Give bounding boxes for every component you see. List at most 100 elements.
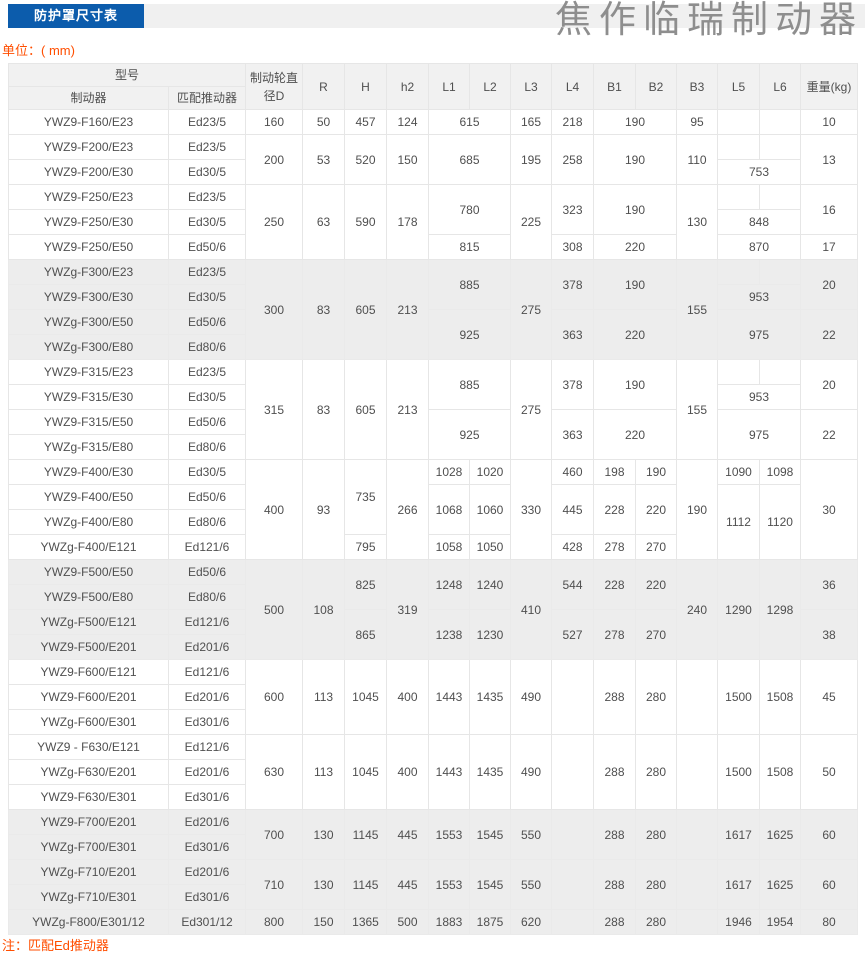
value-cell: 1875	[469, 909, 512, 935]
value-cell: 323	[551, 184, 595, 235]
value-cell: 53	[302, 134, 346, 185]
value-cell: 288	[593, 809, 637, 860]
value-cell: Ed50/6	[167, 409, 247, 435]
value-cell	[717, 359, 761, 385]
column-header-dim: L4	[551, 63, 595, 110]
value-cell: 60	[800, 859, 859, 910]
value-cell	[717, 184, 761, 210]
value-cell: 95	[676, 109, 719, 135]
unit-label: 单位：( mm)	[2, 43, 75, 58]
value-cell: 975	[717, 409, 802, 460]
value-cell: 150	[386, 134, 430, 185]
value-cell: 108	[302, 559, 346, 660]
value-cell	[676, 659, 719, 735]
value-cell: 220	[593, 409, 678, 460]
model-cell: YWZg-F630/E201	[8, 759, 169, 785]
value-cell: Ed301/6	[167, 884, 247, 910]
model-cell: YWZ9-F200/E30	[8, 159, 169, 185]
value-cell: 885	[428, 259, 512, 310]
model-cell: YWZg-F300/E80	[8, 334, 169, 360]
model-cell: YWZ9-F400/E50	[8, 484, 169, 510]
value-cell: 1145	[344, 809, 388, 860]
value-cell: 266	[386, 459, 430, 560]
column-header-dim: h2	[386, 63, 430, 110]
value-cell: 190	[593, 184, 678, 235]
model-cell: YWZg-F400/E121	[8, 534, 169, 560]
value-cell: 1090	[717, 459, 761, 485]
column-header-dim: L5	[717, 63, 761, 110]
model-cell: YWZg-F300/E50	[8, 309, 169, 335]
value-cell: 363	[551, 309, 595, 360]
value-cell: 1290	[717, 559, 761, 660]
value-cell: 124	[386, 109, 430, 135]
column-header-dim: R	[302, 63, 346, 110]
value-cell: 38	[800, 609, 859, 660]
value-cell: 1545	[469, 859, 512, 910]
value-cell: 190	[593, 259, 678, 310]
model-cell: YWZ9-F600/E121	[8, 659, 169, 685]
value-cell: 1045	[344, 659, 388, 735]
value-cell	[717, 259, 761, 285]
value-cell: 278	[593, 609, 637, 660]
model-cell: YWZ9-F160/E23	[8, 109, 169, 135]
value-cell: 550	[510, 859, 553, 910]
header-row: 型号 制动轮直径D R Hh2 L1 L2 L3 L4 B1 B2 B3 L5 L6 重量(kg)	[7, 63, 859, 110]
value-cell: 490	[510, 734, 553, 810]
value-cell: 60	[800, 809, 859, 860]
value-cell: 190	[593, 109, 678, 135]
tab-size-table[interactable]: 防护罩尺寸表	[8, 4, 144, 28]
value-cell	[676, 734, 719, 810]
value-cell: 190	[593, 359, 678, 410]
value-cell: 315	[245, 359, 304, 460]
value-cell: 460	[551, 459, 595, 485]
value-cell: 800	[245, 909, 304, 935]
value-cell: 1500	[717, 659, 761, 735]
value-cell: 198	[593, 459, 637, 485]
value-cell: 83	[302, 259, 346, 360]
value-cell: 1045	[344, 734, 388, 810]
value-cell: 630	[245, 734, 304, 810]
value-cell: 925	[428, 409, 512, 460]
value-cell: 1238	[428, 609, 471, 660]
model-cell: YWZ9-F600/E201	[8, 684, 169, 710]
column-header-dim: B3	[676, 63, 719, 110]
value-cell	[551, 659, 595, 735]
spec-table-head: 型号 制动轮直径D R Hh2 L1 L2 L3 L4 B1 B2 B3 L5 L6 重量(kg) 制动器匹…	[7, 63, 859, 110]
value-cell: 330	[510, 459, 553, 560]
value-cell: 1145	[344, 859, 388, 910]
value-cell: Ed23/5	[167, 184, 247, 210]
value-cell: 20	[800, 259, 859, 310]
table-row: YWZ9-F315/E23 Ed23/5 315 83 605 213 885 275 378 1…	[8, 359, 859, 460]
value-cell: 275	[510, 359, 553, 460]
value-cell: Ed201/6	[167, 759, 247, 785]
model-cell: YWZ9-F315/E50	[8, 409, 169, 435]
value-cell: 400	[386, 734, 430, 810]
value-cell: 378	[551, 359, 595, 410]
table-row: YWZ9-F700/E201 Ed201/6 700 130 1145 445 1553 15…	[8, 809, 859, 860]
value-cell: 428	[551, 534, 595, 560]
column-header-dim: L3	[510, 63, 553, 110]
value-cell	[759, 134, 802, 160]
value-cell: 870	[717, 234, 802, 260]
value-cell: 17	[800, 234, 859, 260]
model-cell: YWZg-F700/E301	[8, 834, 169, 860]
value-cell: 500	[245, 559, 304, 660]
value-cell: 1617	[717, 809, 761, 860]
value-cell: 953	[717, 284, 802, 310]
model-cell: YWZ9-F300/E30	[8, 284, 169, 310]
value-cell: Ed80/6	[167, 434, 247, 460]
value-cell: 590	[344, 184, 388, 260]
value-cell: 308	[551, 234, 595, 260]
value-cell: 1058	[428, 534, 471, 560]
table-row: YWZ9-F500/E50 Ed50/6 500 108 825 319 1248 1240 4…	[8, 559, 859, 660]
model-cell: YWZg-F710/E301	[8, 884, 169, 910]
value-cell: 490	[510, 659, 553, 735]
value-cell: 1545	[469, 809, 512, 860]
value-cell: Ed121/6	[167, 534, 247, 560]
value-cell: 240	[676, 559, 719, 660]
value-cell: Ed50/6	[167, 234, 247, 260]
value-cell: 288	[593, 659, 637, 735]
value-cell: 155	[676, 259, 719, 360]
value-cell: 22	[800, 309, 859, 360]
value-cell: 213	[386, 259, 430, 360]
